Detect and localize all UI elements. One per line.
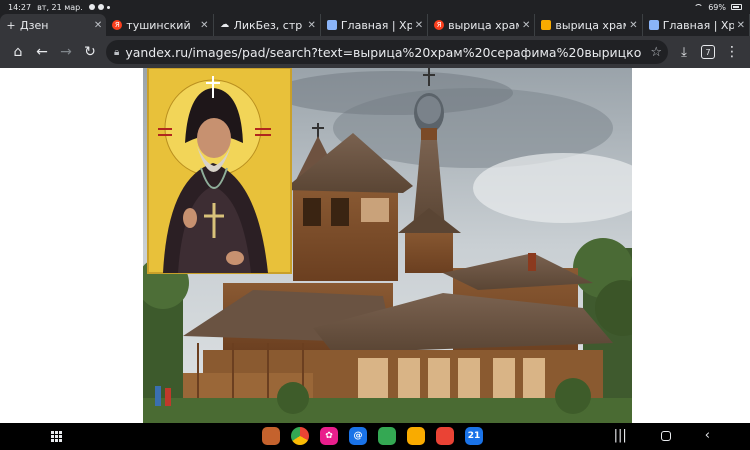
nav-keys: ||| ‹ [614,428,710,443]
close-tab-icon[interactable]: ✕ [737,20,745,31]
app-dock: ✿ @ 21 [262,427,483,445]
mail-app-icon[interactable]: @ [349,427,367,445]
app-drawer-icon[interactable] [51,431,62,442]
icon-inset [147,68,292,274]
flower-app-icon[interactable]: ✿ [320,427,338,445]
tab-7[interactable]: Главная | Хр ✕ [643,14,750,36]
folder-icon [541,20,552,30]
store-app-icon[interactable] [378,427,396,445]
tab-1[interactable]: + Дзен ✕ [0,14,107,36]
contacts-app-icon[interactable] [436,427,454,445]
tab-title: вырица храм [555,18,627,32]
yandex-icon: Я [434,20,445,30]
close-tab-icon[interactable]: ✕ [200,20,208,31]
back-nav-icon[interactable]: ‹ [705,428,710,443]
url-text[interactable]: yandex.ru/images/pad/search?text=вырица%… [125,45,642,60]
cloud-icon: ☁ [220,20,230,30]
close-tab-icon[interactable]: ✕ [307,20,315,31]
system-nav-bar: ✿ @ 21 ||| ‹ [0,423,750,450]
status-date: вт, 21 мар. [37,2,83,12]
status-time: 14:27 [8,2,32,12]
tab-5[interactable]: Я вырица храм ✕ [428,14,536,36]
tab-strip: + Дзен ✕ Я тушинский ✕ ☁ ЛикБез, стр ✕ Г… [0,14,750,36]
plus-icon: + [6,18,16,32]
screen: 14:27 вт, 21 мар. 69% + Дзен ✕ Я тушинск… [0,0,750,450]
tab-title: тушинский [126,18,191,32]
chrome-icon[interactable] [291,427,309,445]
browser-toolbar: ⌂ ← → ↻ 🔒︎ yandex.ru/images/pad/search?t… [0,36,750,68]
tab-title: вырица храм [448,18,520,32]
status-bar: 14:27 вт, 21 мар. 69% [0,0,750,14]
status-right: 69% [694,3,742,12]
download-icon[interactable]: ⤓ [672,40,696,64]
calendar-app-icon[interactable]: 21 [465,427,483,445]
image-icon [648,20,659,30]
yandex-icon: Я [112,20,123,30]
menu-icon[interactable]: ⋮ [720,40,744,64]
tab-4[interactable]: Главная | Хр ✕ [321,14,429,36]
tab-2[interactable]: Я тушинский ✕ [106,14,214,36]
back-icon[interactable]: ← [30,40,54,64]
tab-6[interactable]: вырица храм ✕ [535,14,643,36]
wifi-icon [694,3,704,11]
files-app-icon[interactable] [407,427,425,445]
close-tab-icon[interactable]: ✕ [415,20,423,31]
address-bar[interactable]: 🔒︎ yandex.ru/images/pad/search?text=выри… [106,40,668,64]
home-icon[interactable]: ⌂ [6,40,30,64]
battery-icon [731,4,742,10]
lock-icon[interactable]: 🔒︎ [114,47,119,58]
page-content [0,68,750,423]
close-tab-icon[interactable]: ✕ [94,20,102,31]
notification-icons [88,4,110,10]
dock-app-1-icon[interactable] [262,427,280,445]
reload-icon[interactable]: ↻ [78,40,102,64]
battery-level: 69% [708,2,726,12]
tab-count: 7 [701,45,715,59]
forward-icon[interactable]: → [54,40,78,64]
home-button-icon[interactable] [660,431,671,441]
recents-icon[interactable]: ||| [614,428,627,443]
tab-title: Главная | Хр [662,18,734,32]
tab-title: Дзен [20,18,49,32]
bookmark-star-icon[interactable]: ☆ [650,45,662,60]
church-image [143,68,632,423]
close-tab-icon[interactable]: ✕ [522,20,530,31]
close-tab-icon[interactable]: ✕ [629,20,637,31]
image-icon [326,20,337,30]
tab-title: ЛикБез, стр [233,18,303,32]
tab-3[interactable]: ☁ ЛикБез, стр ✕ [214,14,321,36]
tab-switcher-button[interactable]: 7 [696,40,720,64]
tab-title: Главная | Хр [340,18,412,32]
church-photo[interactable] [143,68,632,423]
